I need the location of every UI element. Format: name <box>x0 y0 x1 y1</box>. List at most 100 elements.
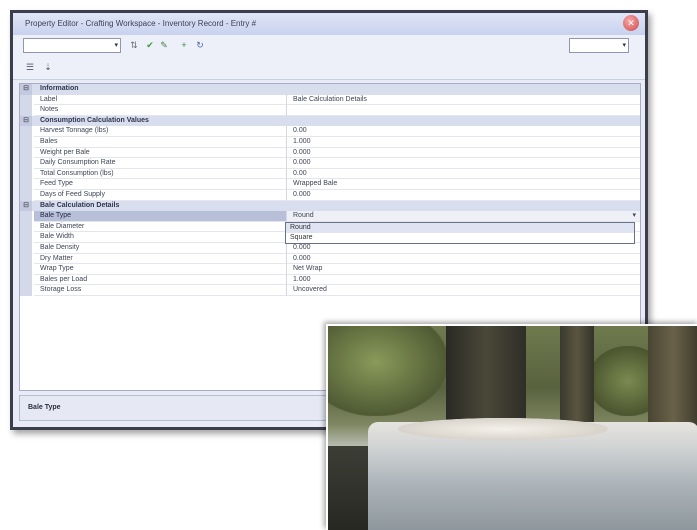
row-gutter <box>20 253 32 265</box>
property-value-text: 0.00 <box>293 169 307 177</box>
property-row[interactable]: Label Bale Calculation Details <box>20 94 640 106</box>
dropdown-option[interactable]: Square <box>286 233 634 243</box>
category-row[interactable]: ⊟ Consumption Calculation Values <box>20 115 640 127</box>
property-row[interactable]: Bale Type Round ▾ <box>20 211 640 222</box>
row-gutter <box>20 211 32 222</box>
property-value-text: 0.000 <box>293 148 311 156</box>
row-gutter <box>20 285 32 296</box>
property-row[interactable]: Bale Density 0.000 <box>20 242 640 254</box>
property-row[interactable]: Notes <box>20 105 640 116</box>
property-value[interactable]: Bale Calculation Details <box>286 94 640 106</box>
chevron-down-icon: ▾ <box>114 42 118 49</box>
secondary-toolbar: ☰ ⇣ <box>13 57 645 80</box>
property-name: Notes <box>34 105 286 116</box>
row-gutter <box>20 264 32 275</box>
property-value[interactable]: 0.000 <box>286 158 640 169</box>
property-value[interactable]: 0.000 <box>286 189 640 201</box>
property-value-text: 0.000 <box>293 190 311 198</box>
row-gutter <box>20 94 32 106</box>
property-value-text: Net Wrap <box>293 265 323 273</box>
property-row[interactable]: Weight per Bale 0.000 <box>20 147 640 159</box>
property-name: Storage Loss <box>34 285 286 296</box>
property-value[interactable] <box>286 105 640 116</box>
collapse-icon[interactable]: ⊟ <box>20 84 32 95</box>
property-name: Bale Calculation Details <box>40 201 120 209</box>
property-value[interactable]: 1.000 <box>286 136 640 148</box>
categorized-icon[interactable]: ☰ <box>25 62 35 72</box>
property-value[interactable]: 1.000 <box>286 274 640 286</box>
apply-icon[interactable]: ✔ <box>145 40 155 50</box>
photo-bale-top <box>398 418 608 440</box>
property-row[interactable]: Dry Matter 0.000 <box>20 253 640 265</box>
collapse-icon[interactable]: ⊟ <box>20 115 32 127</box>
row-gutter <box>20 126 32 137</box>
window-title: Property Editor - Crafting Workspace - I… <box>25 19 257 28</box>
property-value[interactable]: Net Wrap <box>286 264 640 275</box>
edit-icon[interactable]: ✎ <box>159 40 169 50</box>
property-value[interactable]: Wrapped Bale <box>286 179 640 190</box>
property-name: Information <box>40 85 79 92</box>
row-gutter <box>20 232 32 243</box>
row-gutter <box>20 158 32 169</box>
property-value[interactable]: 0.000 <box>286 253 640 265</box>
toolbar: ▾ ⇅ ✔ ✎ + ↻ ▾ <box>13 35 645 58</box>
view-selector-combo[interactable]: ▾ <box>569 38 629 53</box>
property-name: Label <box>34 95 286 106</box>
property-name: Consumption Calculation Values <box>40 116 149 124</box>
sort-icon[interactable]: ⇅ <box>129 40 139 50</box>
property-name: Bales per Load <box>34 275 286 286</box>
row-gutter <box>20 179 32 190</box>
property-row[interactable]: Harvest Tonnage (lbs) 0.00 <box>20 126 640 137</box>
property-value-text: 1.000 <box>293 275 311 283</box>
property-name: Bale Diameter <box>34 222 286 233</box>
category-row[interactable]: ⊟ Bale Calculation Details <box>20 200 640 212</box>
collapse-icon[interactable]: ⊟ <box>20 200 32 212</box>
description-title: Bale Type <box>28 404 61 411</box>
property-value-text: Round <box>293 212 314 220</box>
property-name: Total Consumption (lbs) <box>34 169 286 180</box>
property-row[interactable]: Wrap Type Net Wrap <box>20 264 640 275</box>
property-value-text: 0.000 <box>293 243 311 251</box>
property-value[interactable]: 0.00 <box>286 168 640 180</box>
property-name: Bale Type <box>34 211 286 222</box>
property-row[interactable]: Bales per Load 1.000 <box>20 274 640 286</box>
property-row[interactable]: Total Consumption (lbs) 0.00 <box>20 168 640 180</box>
row-gutter <box>20 105 32 116</box>
category-row[interactable]: ⊟ Information <box>20 84 640 95</box>
property-value[interactable]: 0.000 <box>286 242 640 254</box>
close-icon[interactable]: ✕ <box>623 15 639 31</box>
refresh-icon[interactable]: ↻ <box>195 40 205 50</box>
add-icon[interactable]: + <box>179 40 189 50</box>
bale-type-dropdown-list[interactable]: Round Square <box>285 222 635 244</box>
row-gutter <box>20 274 32 286</box>
alphabetical-icon[interactable]: ⇣ <box>43 62 53 72</box>
row-gutter <box>20 221 32 233</box>
property-name: Weight per Bale <box>34 148 286 159</box>
property-value-text: 1.000 <box>293 137 311 145</box>
property-value-text: 0.000 <box>293 254 311 262</box>
property-value[interactable]: Uncovered <box>286 285 640 296</box>
property-value[interactable]: 0.000 <box>286 147 640 159</box>
property-row[interactable]: Bales 1.000 <box>20 136 640 148</box>
dropdown-option[interactable]: Round <box>286 223 634 233</box>
property-row[interactable]: Feed Type Wrapped Bale <box>20 179 640 190</box>
property-row[interactable]: Daily Consumption Rate 0.000 <box>20 158 640 169</box>
photo-foliage <box>328 326 448 416</box>
property-value-text: 0.000 <box>293 159 311 167</box>
property-value-text: 0.00 <box>293 127 307 135</box>
chevron-down-icon[interactable]: ▾ <box>632 211 636 221</box>
title-bar: Property Editor - Crafting Workspace - I… <box>13 13 645 36</box>
chevron-down-icon: ▾ <box>622 42 626 49</box>
row-gutter <box>20 242 32 254</box>
object-selector-combo[interactable]: ▾ <box>23 38 121 53</box>
property-row[interactable]: Storage Loss Uncovered <box>20 285 640 296</box>
property-name: Feed Type <box>34 179 286 190</box>
property-name: Daily Consumption Rate <box>34 158 286 169</box>
property-value[interactable]: 0.00 <box>286 126 640 137</box>
bale-type-combo[interactable]: Round ▾ <box>286 211 640 222</box>
property-value-text: Uncovered <box>293 286 327 294</box>
property-row[interactable]: Days of Feed Supply 0.000 <box>20 189 640 201</box>
property-name: Dry Matter <box>34 254 286 265</box>
row-gutter <box>20 189 32 201</box>
hay-bale-photo <box>326 324 697 530</box>
